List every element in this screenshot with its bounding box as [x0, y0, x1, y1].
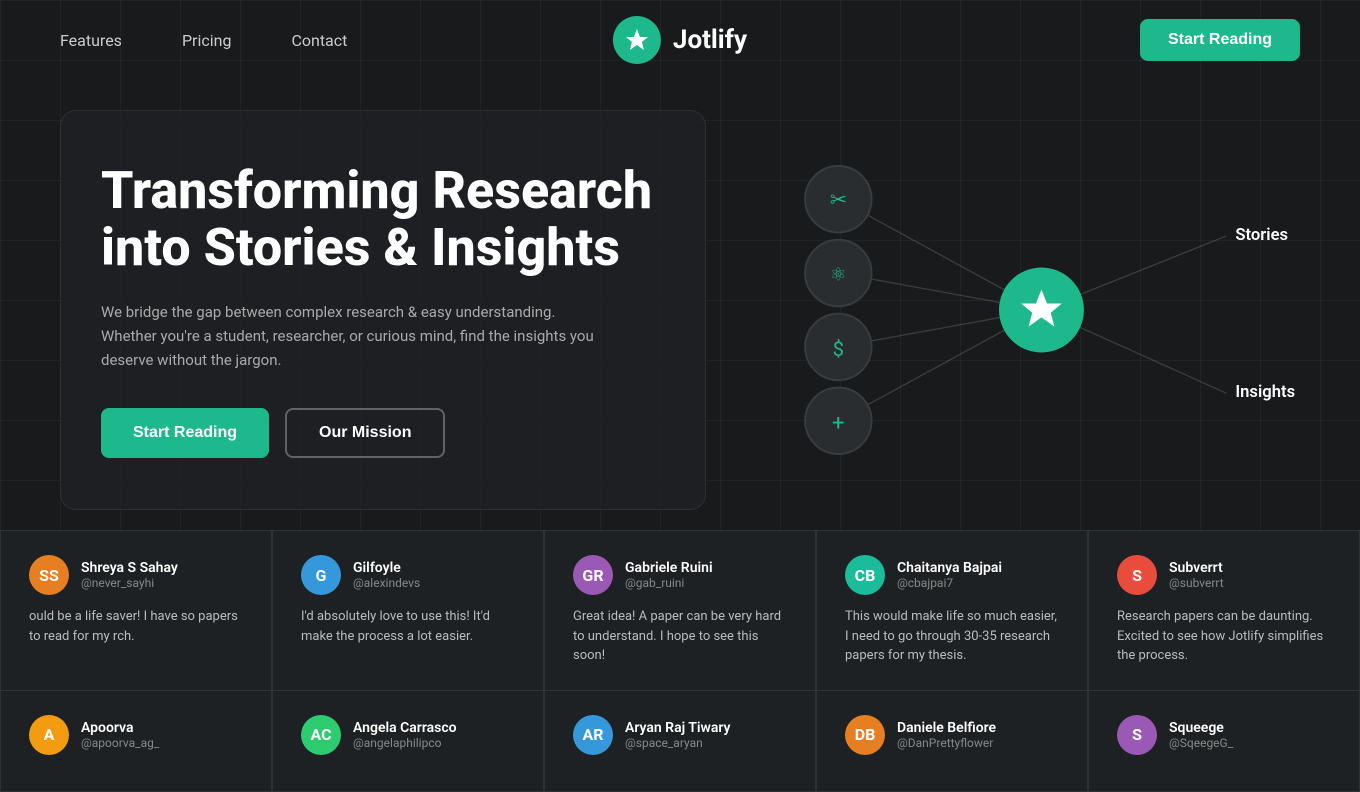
testimonial-handle: @gab_ruini [625, 576, 713, 590]
testimonial-name: Angela Carrasco [353, 720, 457, 736]
avatar: AC [301, 715, 341, 755]
svg-text:+: + [832, 410, 845, 436]
navbar: Features Pricing Contact Jotlify Start R… [0, 0, 1360, 80]
logo-icon [613, 16, 661, 64]
testimonials-row-1: SS Shreya S Sahay @never_sayhi ould be a… [0, 530, 1360, 691]
testimonial-card: SS Shreya S Sahay @never_sayhi ould be a… [0, 530, 272, 691]
avatar: G [301, 555, 341, 595]
testimonial-card: A Apoorva @apoorva_ag_ [0, 691, 272, 792]
testimonial-handle: @never_sayhi [81, 576, 178, 590]
testimonial-meta: Apoorva @apoorva_ag_ [81, 720, 159, 750]
testimonial-name: Gabriele Ruini [625, 560, 713, 576]
testimonial-meta: Daniele Belfiore @DanPrettyflower [897, 720, 996, 750]
testimonial-handle: @apoorva_ag_ [81, 736, 159, 750]
nav-pricing[interactable]: Pricing [182, 31, 232, 50]
testimonial-header: DB Daniele Belfiore @DanPrettyflower [845, 715, 1059, 755]
testimonial-name: Chaitanya Bajpai [897, 560, 1002, 576]
hero-buttons: Start Reading Our Mission [101, 408, 655, 458]
testimonial-header: G Gilfoyle @alexindevs [301, 555, 515, 595]
start-reading-button[interactable]: Start Reading [101, 408, 269, 458]
testimonials-row-2: A Apoorva @apoorva_ag_ AC Angela Carrasc… [0, 691, 1360, 792]
testimonial-header: AC Angela Carrasco @angelaphilipco [301, 715, 515, 755]
testimonial-meta: Gilfoyle @alexindevs [353, 560, 420, 590]
testimonial-name: Squeege [1169, 720, 1233, 736]
svg-text:Stories: Stories [1235, 226, 1288, 245]
testimonial-handle: @subverrt [1169, 576, 1224, 590]
testimonial-card: DB Daniele Belfiore @DanPrettyflower [816, 691, 1088, 792]
testimonial-card: CB Chaitanya Bajpai @cbajpai7 This would… [816, 530, 1088, 691]
testimonial-header: AR Aryan Raj Tiwary @space_aryan [573, 715, 787, 755]
testimonial-text: Great idea! A paper can be very hard to … [573, 607, 787, 666]
testimonial-text: Research papers can be daunting. Excited… [1117, 607, 1331, 666]
hero-title: Transforming Research into Stories & Ins… [101, 162, 655, 276]
avatar: CB [845, 555, 885, 595]
testimonial-header: S Subverrt @subverrt [1117, 555, 1331, 595]
logo: Jotlify [613, 16, 747, 64]
testimonial-name: Daniele Belfiore [897, 720, 996, 736]
testimonial-card: AR Aryan Raj Tiwary @space_aryan [544, 691, 816, 792]
logo-text: Jotlify [673, 25, 747, 55]
testimonial-header: SS Shreya S Sahay @never_sayhi [29, 555, 243, 595]
avatar: AR [573, 715, 613, 755]
avatar: S [1117, 555, 1157, 595]
testimonial-card: AC Angela Carrasco @angelaphilipco [272, 691, 544, 792]
testimonial-text: This would make life so much easier, I n… [845, 607, 1059, 666]
testimonials-section-1: SS Shreya S Sahay @never_sayhi ould be a… [0, 530, 1360, 691]
testimonial-meta: Aryan Raj Tiwary @space_aryan [625, 720, 731, 750]
our-mission-button[interactable]: Our Mission [285, 408, 445, 458]
testimonial-meta: Gabriele Ruini @gab_ruini [625, 560, 713, 590]
nav-features[interactable]: Features [60, 31, 122, 50]
testimonial-text: I'd absolutely love to use this! It'd ma… [301, 607, 515, 646]
testimonial-card: GR Gabriele Ruini @gab_ruini Great idea!… [544, 530, 816, 691]
testimonial-handle: @angelaphilipco [353, 736, 457, 750]
hero-content: Transforming Research into Stories & Ins… [60, 110, 706, 510]
testimonial-card: G Gilfoyle @alexindevs I'd absolutely lo… [272, 530, 544, 691]
testimonial-name: Gilfoyle [353, 560, 420, 576]
testimonial-card: S Subverrt @subverrt Research papers can… [1088, 530, 1360, 691]
testimonial-name: Subverrt [1169, 560, 1224, 576]
testimonial-header: CB Chaitanya Bajpai @cbajpai7 [845, 555, 1059, 595]
testimonial-handle: @SqeegeG_ [1169, 736, 1233, 750]
avatar: SS [29, 555, 69, 595]
testimonial-meta: Chaitanya Bajpai @cbajpai7 [897, 560, 1002, 590]
testimonial-card: S Squeege @SqeegeG_ [1088, 691, 1360, 792]
testimonial-name: Shreya S Sahay [81, 560, 178, 576]
testimonial-meta: Angela Carrasco @angelaphilipco [353, 720, 457, 750]
testimonial-header: A Apoorva @apoorva_ag_ [29, 715, 243, 755]
avatar: A [29, 715, 69, 755]
testimonial-header: GR Gabriele Ruini @gab_ruini [573, 555, 787, 595]
nav-contact[interactable]: Contact [291, 31, 347, 50]
testimonials-section-2: A Apoorva @apoorva_ag_ AC Angela Carrasc… [0, 691, 1360, 792]
nav-links: Features Pricing Contact [60, 31, 347, 50]
svg-text:✂: ✂ [830, 188, 847, 212]
testimonial-handle: @cbajpai7 [897, 576, 1002, 590]
testimonial-handle: @alexindevs [353, 576, 420, 590]
testimonial-name: Apoorva [81, 720, 159, 736]
hero-diagram: ✂ ⚛ $ + Stories Insights [746, 110, 1300, 510]
testimonial-handle: @space_aryan [625, 736, 731, 750]
hero-subtitle: We bridge the gap between complex resear… [101, 300, 601, 372]
nav-cta-button[interactable]: Start Reading [1140, 19, 1300, 61]
avatar: DB [845, 715, 885, 755]
hero-section: Transforming Research into Stories & Ins… [0, 80, 1360, 510]
avatar: GR [573, 555, 613, 595]
svg-text:⚛: ⚛ [830, 263, 847, 285]
svg-text:$: $ [833, 337, 844, 361]
testimonial-text: ould be a life saver! I have so papers t… [29, 607, 243, 646]
avatar: S [1117, 715, 1157, 755]
testimonial-meta: Shreya S Sahay @never_sayhi [81, 560, 178, 590]
svg-text:Insights: Insights [1235, 383, 1295, 402]
testimonial-header: S Squeege @SqeegeG_ [1117, 715, 1331, 755]
testimonial-meta: Subverrt @subverrt [1169, 560, 1224, 590]
testimonial-name: Aryan Raj Tiwary [625, 720, 731, 736]
testimonial-meta: Squeege @SqeegeG_ [1169, 720, 1233, 750]
testimonial-handle: @DanPrettyflower [897, 736, 996, 750]
